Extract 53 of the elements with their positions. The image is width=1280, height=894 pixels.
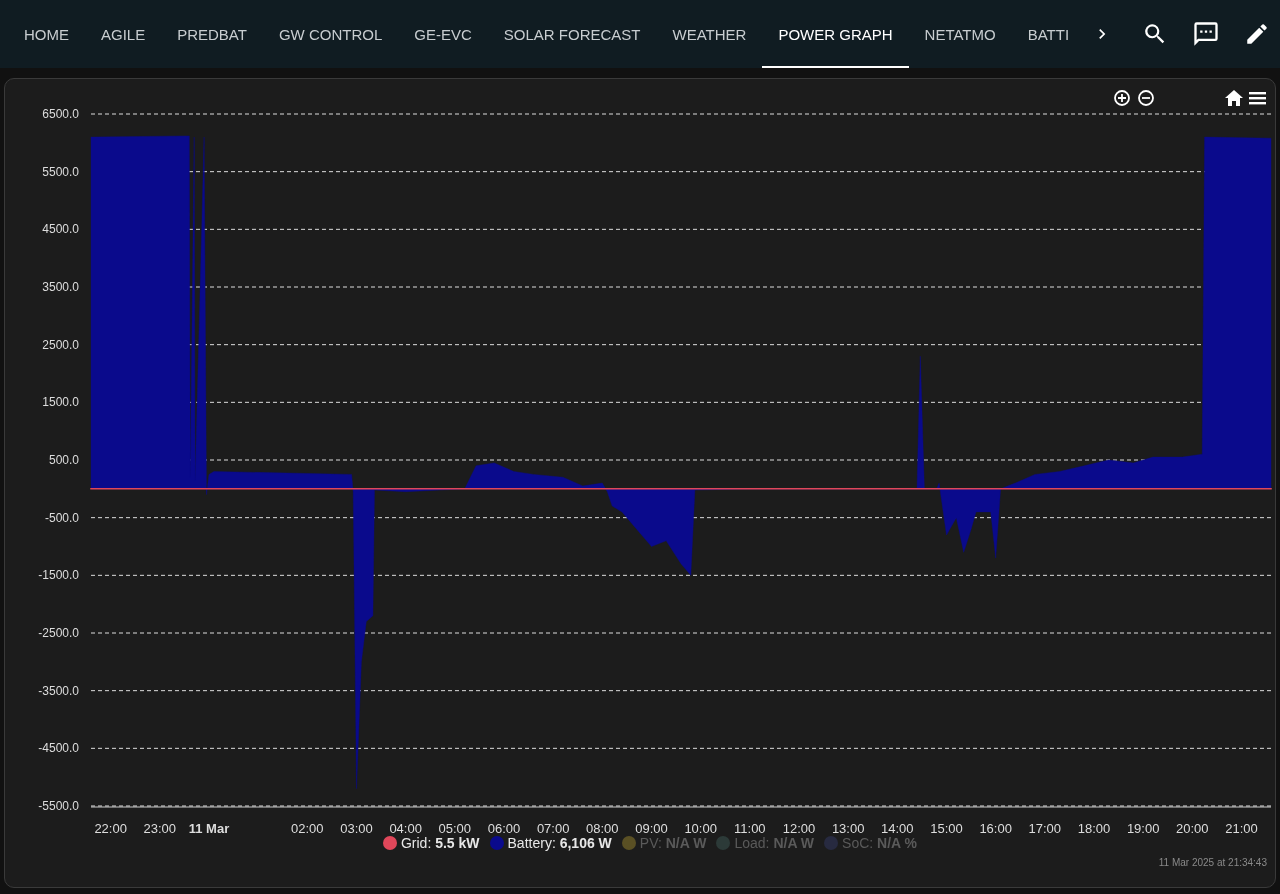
x-axis-label: 19:00	[1126, 821, 1160, 836]
x-axis-label: 02:00	[291, 821, 324, 836]
y-axis-label: 2500.0	[42, 337, 79, 352]
x-axis-label: 11 Mar	[188, 821, 230, 836]
x-axis-label: 06:00	[487, 821, 521, 836]
x-axis-label: 04:00	[389, 821, 422, 836]
nav-tab[interactable]: HOME	[8, 0, 85, 68]
y-axis-label: -500.0	[44, 510, 79, 525]
y-axis-label: 3500.0	[42, 280, 79, 294]
x-axis-label: 23:00	[143, 821, 177, 836]
legend-item[interactable]: Grid: 5.5 kW	[382, 835, 480, 851]
nav-tab[interactable]: NETATMO	[908, 0, 1012, 68]
nav-tab[interactable]: POWER GRAPH	[762, 0, 909, 68]
y-axis-label: -3500.0	[38, 683, 79, 698]
x-axis-label: 15:00	[930, 821, 963, 836]
x-axis-label: 11:00	[734, 821, 766, 836]
x-axis-label: 03:00	[340, 821, 373, 836]
y-axis-label: 5500.0	[42, 164, 79, 179]
y-axis-label: 6500.0	[42, 107, 79, 121]
y-axis-label: -1500.0	[38, 568, 79, 583]
x-axis-label: 17:00	[1028, 821, 1062, 836]
x-axis-label: 20:00	[1176, 821, 1209, 836]
x-axis-label: 14:00	[881, 821, 914, 836]
x-axis-label: 13:00	[831, 821, 865, 836]
menu-icon[interactable]	[1249, 92, 1266, 105]
nav-tab[interactable]: BATTI	[1011, 0, 1086, 68]
nav-tab[interactable]: SOLAR FORECAST	[487, 0, 657, 68]
y-axis-label: 4500.0	[42, 222, 79, 237]
zoom-in-icon[interactable]	[1114, 90, 1130, 106]
x-axis-label: 22:00	[94, 821, 127, 836]
nav-tab[interactable]: GW CONTROL	[262, 0, 399, 68]
x-axis-label: 07:00	[536, 821, 570, 836]
x-axis-label: 16:00	[979, 821, 1012, 836]
legend-item[interactable]: Battery: 6,106 W	[489, 835, 612, 851]
nav-tab[interactable]: PREDBAT	[161, 0, 263, 68]
home-icon[interactable]	[1225, 90, 1243, 106]
y-axis-label: -2500.0	[38, 626, 79, 640]
zoom-out-icon[interactable]	[1138, 90, 1154, 106]
x-axis-label: 08:00	[586, 821, 619, 836]
nav-tab[interactable]: AGILE	[85, 0, 162, 68]
x-axis-label: 18:00	[1077, 821, 1111, 836]
y-axis-label: -5500.0	[38, 799, 79, 813]
timestamp: 11 Mar 2025 at 21:34:43	[1158, 857, 1267, 868]
nav-tab[interactable]: GE-EVC	[398, 0, 488, 68]
x-axis-label: 09:00	[635, 821, 668, 836]
y-axis-label: 1500.0	[42, 395, 79, 410]
x-axis-label: 05:00	[438, 821, 472, 836]
nav-tab[interactable]: WEATHER	[656, 0, 763, 68]
y-axis-label: 500.0	[48, 453, 79, 467]
x-axis-label: 21:00	[1225, 821, 1258, 836]
x-axis-label: 12:00	[782, 821, 816, 836]
x-axis-label: 10:00	[684, 821, 717, 836]
y-axis-label: -4500.0	[38, 741, 79, 756]
